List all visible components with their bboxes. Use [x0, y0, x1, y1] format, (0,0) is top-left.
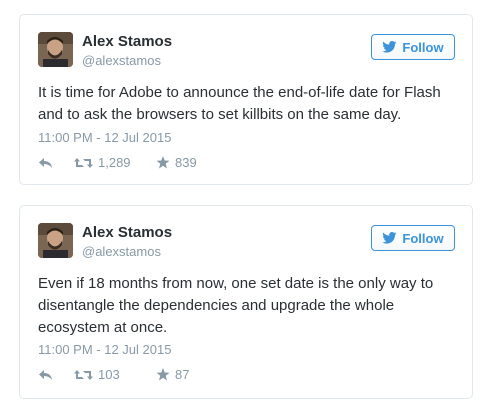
- retweet-count: 103: [98, 367, 120, 382]
- tweet-actions: 1,289 839: [38, 155, 197, 170]
- tweet-timestamp[interactable]: 11:00 PM - 12 Jul 2015: [38, 130, 171, 145]
- author-handle[interactable]: @alexstamos: [82, 53, 161, 68]
- avatar-photo: [38, 223, 73, 258]
- tweet-text: It is time for Adobe to announce the end…: [38, 84, 441, 123]
- tweet-text: Even if 18 months from now, one set date…: [38, 275, 434, 336]
- favorite-button[interactable]: 87: [156, 367, 189, 382]
- follow-button[interactable]: Follow: [371, 34, 455, 60]
- tweet-actions: 103 87: [38, 367, 189, 382]
- reply-button[interactable]: [38, 157, 74, 169]
- reply-icon: [38, 157, 53, 169]
- follow-button-label: Follow: [402, 39, 444, 55]
- star-icon: [156, 368, 170, 381]
- author-handle[interactable]: @alexstamos: [82, 244, 161, 259]
- favorite-count: 839: [175, 155, 197, 170]
- twitter-bird-icon: [382, 232, 397, 244]
- retweet-count: 1,289: [98, 155, 131, 170]
- author-name[interactable]: Alex Stamos: [82, 224, 172, 241]
- tweet-card: Alex Stamos @alexstamos Follow Even if 1…: [19, 205, 473, 399]
- reply-button[interactable]: [38, 369, 74, 381]
- twitter-bird-icon: [382, 41, 397, 53]
- favorite-button[interactable]: 839: [156, 155, 197, 170]
- avatar-photo: [38, 32, 73, 67]
- avatar[interactable]: [38, 223, 73, 258]
- star-icon: [156, 156, 170, 169]
- retweet-icon: [74, 157, 93, 169]
- reply-icon: [38, 369, 53, 381]
- retweet-button[interactable]: 103: [74, 367, 156, 382]
- retweet-button[interactable]: 1,289: [74, 155, 156, 170]
- author-name[interactable]: Alex Stamos: [82, 33, 172, 50]
- tweet-timestamp[interactable]: 11:00 PM - 12 Jul 2015: [38, 342, 171, 357]
- follow-button-label: Follow: [402, 230, 444, 246]
- follow-button[interactable]: Follow: [371, 225, 455, 251]
- tweet-card: Alex Stamos @alexstamos Follow It is tim…: [19, 14, 473, 185]
- favorite-count: 87: [175, 367, 190, 382]
- retweet-icon: [74, 369, 93, 381]
- avatar[interactable]: [38, 32, 73, 67]
